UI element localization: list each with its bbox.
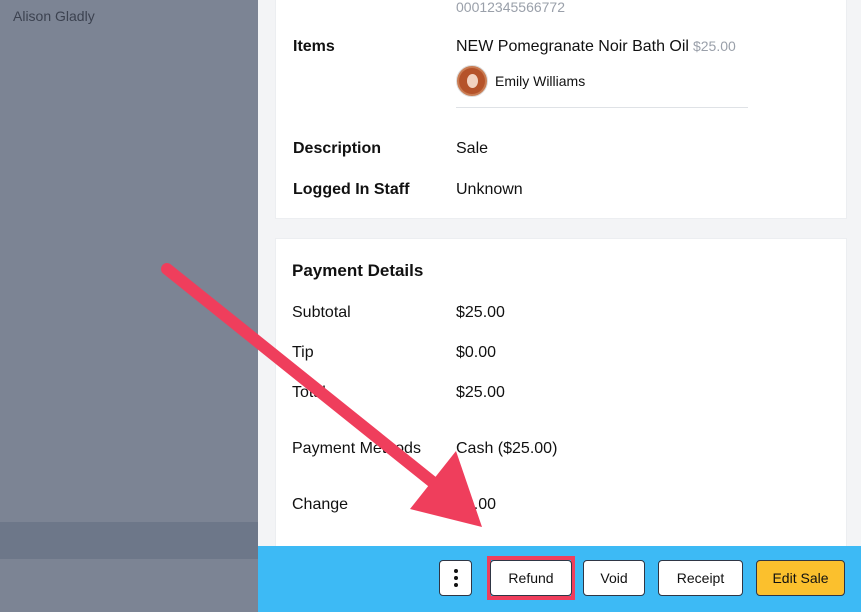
change-label: Change (292, 496, 349, 513)
action-footer: Refund Void Receipt Edit Sale (258, 546, 861, 612)
divider (456, 107, 748, 108)
total-label: Total (292, 384, 326, 401)
description-value: Sale (456, 140, 489, 157)
staff-name: Emily Williams (495, 73, 586, 89)
more-options-button[interactable] (439, 560, 472, 596)
tip-value: $0.00 (456, 344, 497, 361)
items-label: Items (293, 38, 335, 55)
item-name: NEW Pomegranate Noir Bath Oil (456, 38, 689, 55)
tip-label: Tip (292, 344, 314, 361)
item-price: $25.00 (692, 38, 736, 54)
subtotal-value: $25.00 (456, 304, 505, 321)
sale-info-card: 00012345566772 Items NEW Pomegranate Noi… (275, 0, 847, 219)
payment-methods-value: Cash ($25.00) (456, 440, 558, 457)
receipt-button[interactable]: Receipt (658, 560, 743, 596)
more-vertical-icon (453, 569, 458, 587)
avatar (456, 65, 488, 97)
change-value: $0.00 (456, 496, 497, 513)
logged-in-staff-label: Logged In Staff (293, 181, 410, 198)
edit-sale-button[interactable]: Edit Sale (756, 560, 845, 596)
payment-methods-label: Payment Methods (292, 440, 421, 457)
description-label: Description (293, 140, 382, 157)
subtotal-label: Subtotal (292, 304, 351, 321)
logged-in-staff-value: Unknown (456, 181, 523, 198)
item-staff: Emily Williams (456, 65, 585, 97)
refund-button[interactable]: Refund (490, 560, 572, 596)
void-button[interactable]: Void (583, 560, 645, 596)
left-panel-overlay: Alison Gladly (0, 0, 258, 612)
sale-id: 00012345566772 (456, 0, 566, 15)
customer-name: Alison Gladly (13, 8, 95, 24)
payment-details-title: Payment Details (292, 261, 424, 280)
item-line: NEW Pomegranate Noir Bath Oil $25.00 (456, 38, 736, 56)
total-value: $25.00 (456, 384, 505, 401)
sale-details-panel: 00012345566772 Items NEW Pomegranate Noi… (258, 0, 861, 560)
selected-row-band (0, 522, 258, 559)
payment-details-card: Payment Details Subtotal $25.00 Tip $0.0… (275, 238, 847, 560)
